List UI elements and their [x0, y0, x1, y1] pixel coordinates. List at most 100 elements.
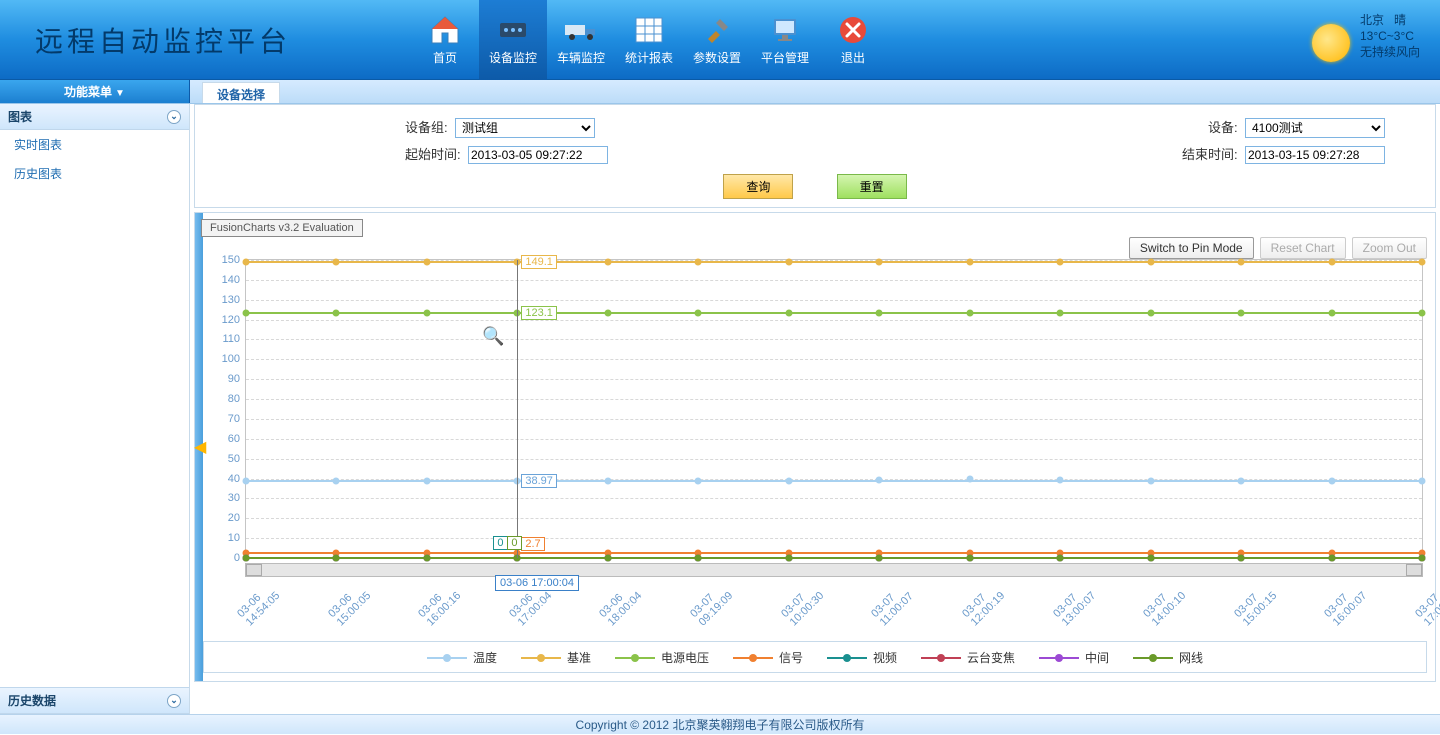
data-point[interactable] [604, 310, 611, 317]
chart-side-handle[interactable]: ◀ [195, 213, 203, 681]
tab-device-select[interactable]: 设备选择 [202, 82, 280, 103]
x-tick: 03-0709:19:09 [688, 581, 735, 628]
collapse-icon[interactable]: ⌄ [167, 110, 181, 124]
data-point[interactable] [1328, 555, 1335, 562]
data-point[interactable] [333, 555, 340, 562]
nav-item-home[interactable]: 首页 [411, 0, 479, 80]
data-point[interactable] [785, 477, 792, 484]
nav-item-device[interactable]: 设备监控 [479, 0, 547, 80]
data-point[interactable] [876, 476, 883, 483]
data-point[interactable] [1238, 555, 1245, 562]
data-point[interactable] [1147, 477, 1154, 484]
data-point[interactable] [1057, 476, 1064, 483]
device-group-select[interactable]: 测试组 [455, 118, 595, 138]
nav-item-monitor[interactable]: 平台管理 [751, 0, 819, 80]
query-button[interactable]: 查询 [723, 174, 793, 199]
data-point[interactable] [1147, 310, 1154, 317]
nav-item-tools[interactable]: 参数设置 [683, 0, 751, 80]
sidebar-panel-history-data[interactable]: 历史数据 ⌄ [0, 687, 189, 714]
data-point[interactable] [695, 258, 702, 265]
data-point[interactable] [333, 310, 340, 317]
data-point[interactable] [1238, 477, 1245, 484]
data-point[interactable] [785, 310, 792, 317]
device-select[interactable]: 4100测试 [1245, 118, 1385, 138]
chart-legend: 温度 基准 电源电压 信号 视频 云台变焦 中间 网线 [203, 641, 1427, 674]
data-point[interactable] [695, 477, 702, 484]
data-point[interactable] [1419, 555, 1426, 562]
nav-item-truck[interactable]: 车辆监控 [547, 0, 615, 80]
zoom-out-button[interactable]: Zoom Out [1352, 237, 1427, 259]
chart-scrollbar[interactable] [245, 563, 1423, 577]
data-point[interactable] [1147, 258, 1154, 265]
end-time-input[interactable] [1245, 146, 1385, 164]
x-tick: 03-0614:54:05 [235, 581, 282, 628]
data-point[interactable] [243, 258, 250, 265]
data-point[interactable] [1057, 310, 1064, 317]
data-point[interactable] [423, 477, 430, 484]
data-point[interactable] [423, 258, 430, 265]
reset-button[interactable]: 重置 [837, 174, 907, 199]
sidebar-menu-header[interactable]: 功能菜单 [0, 80, 190, 103]
data-point[interactable] [423, 310, 430, 317]
data-point[interactable] [1328, 310, 1335, 317]
reset-chart-button[interactable]: Reset Chart [1260, 237, 1346, 259]
data-point[interactable] [1057, 555, 1064, 562]
data-point[interactable] [695, 555, 702, 562]
grid-icon [631, 13, 667, 47]
nav-item-grid[interactable]: 统计报表 [615, 0, 683, 80]
data-point[interactable] [604, 258, 611, 265]
data-point[interactable] [966, 475, 973, 482]
weather-wind: 无持续风向 [1360, 44, 1420, 60]
tools-icon [699, 13, 735, 47]
legend-item[interactable]: 电源电压 [615, 649, 709, 666]
data-point[interactable] [785, 555, 792, 562]
data-point[interactable] [243, 310, 250, 317]
data-point[interactable] [333, 258, 340, 265]
data-point[interactable] [1147, 555, 1154, 562]
data-point[interactable] [966, 258, 973, 265]
y-tick: 130 [222, 294, 240, 306]
data-point[interactable] [1419, 310, 1426, 317]
data-point[interactable] [423, 555, 430, 562]
data-point[interactable] [876, 310, 883, 317]
nav-item-exit[interactable]: 退出 [819, 0, 887, 80]
sidebar-panel-charts[interactable]: 图表 ⌄ [0, 104, 189, 130]
data-point[interactable] [966, 555, 973, 562]
data-point[interactable] [695, 310, 702, 317]
data-point[interactable] [243, 555, 250, 562]
legend-item[interactable]: 视频 [827, 649, 897, 666]
data-point[interactable] [1419, 477, 1426, 484]
legend-item[interactable]: 基准 [521, 649, 591, 666]
data-point[interactable] [1057, 258, 1064, 265]
start-time-input[interactable] [468, 146, 608, 164]
legend-item[interactable]: 云台变焦 [921, 649, 1015, 666]
weather-city: 北京 [1360, 13, 1384, 27]
end-time-label: 结束时间: [1182, 147, 1238, 162]
data-point[interactable] [604, 555, 611, 562]
sidebar-item-history[interactable]: 历史图表 [0, 159, 189, 188]
pin-mode-button[interactable]: Switch to Pin Mode [1129, 237, 1254, 259]
legend-item[interactable]: 网线 [1133, 649, 1203, 666]
data-point[interactable] [1419, 258, 1426, 265]
data-point[interactable] [333, 477, 340, 484]
data-point[interactable] [243, 477, 250, 484]
data-point[interactable] [1238, 310, 1245, 317]
data-point[interactable] [785, 258, 792, 265]
data-point[interactable] [1328, 477, 1335, 484]
sidebar-item-realtime[interactable]: 实时图表 [0, 130, 189, 159]
data-point[interactable] [1238, 258, 1245, 265]
y-tick: 40 [228, 473, 240, 485]
data-point[interactable] [604, 477, 611, 484]
main-nav: 首页设备监控车辆监控统计报表参数设置平台管理退出 [411, 0, 887, 80]
data-point[interactable] [966, 310, 973, 317]
legend-item[interactable]: 中间 [1039, 649, 1109, 666]
legend-item[interactable]: 温度 [427, 649, 497, 666]
chart-plot-area[interactable]: 0102030405060708090100110120130140150🔍14… [245, 259, 1423, 559]
main-content: 设备组: 测试组 设备: 4100测试 起始时间: 结束时间: [190, 104, 1440, 714]
expand-icon[interactable]: ⌄ [167, 694, 181, 708]
data-point[interactable] [876, 555, 883, 562]
data-point[interactable] [876, 258, 883, 265]
legend-item[interactable]: 信号 [733, 649, 803, 666]
data-point[interactable] [1328, 258, 1335, 265]
y-tick: 0 [234, 552, 240, 564]
